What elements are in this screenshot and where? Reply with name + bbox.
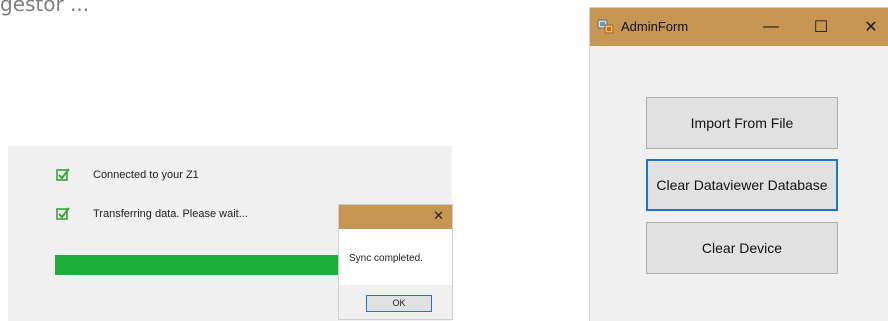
status-line-text: Connected to your Z1: [93, 169, 199, 181]
top-fragment-text: gestor ...: [0, 0, 90, 16]
maximize-button[interactable]: ☐: [798, 8, 844, 46]
progress-fill: [55, 255, 355, 275]
close-icon: ✕: [864, 19, 878, 36]
dialog-message: Sync completed.: [349, 253, 423, 264]
import-from-file-button[interactable]: Import From File: [646, 97, 838, 149]
close-icon[interactable]: ✕: [433, 208, 444, 224]
dialog-footer: OK: [339, 285, 452, 319]
clear-dataviewer-database-button[interactable]: Clear Dataviewer Database: [646, 159, 838, 211]
checkbox-checked-icon: [56, 168, 70, 181]
window-titlebar: AdminForm — ☐ ✕: [590, 8, 888, 46]
checkbox-checked-icon: [56, 207, 70, 220]
status-line-transferring: Transferring data. Please wait...: [56, 207, 248, 221]
dialog-titlebar: ✕: [339, 205, 452, 229]
status-line-text: Transferring data. Please wait...: [93, 208, 248, 220]
window-title: AdminForm: [621, 19, 689, 34]
minimize-button[interactable]: —: [748, 8, 794, 46]
maximize-icon: ☐: [813, 19, 829, 36]
close-button[interactable]: ✕: [848, 8, 888, 46]
progress-bar: [55, 255, 355, 275]
sync-completed-dialog: ✕ Sync completed. OK: [339, 205, 452, 319]
minimize-icon: —: [763, 18, 779, 35]
ok-button[interactable]: OK: [366, 295, 432, 312]
clear-device-button[interactable]: Clear Device: [646, 222, 838, 274]
status-line-connected: Connected to your Z1: [56, 168, 199, 182]
app-icon: [597, 19, 614, 34]
admin-form-window: AdminForm — ☐ ✕ Import From File Clear D…: [590, 8, 888, 321]
